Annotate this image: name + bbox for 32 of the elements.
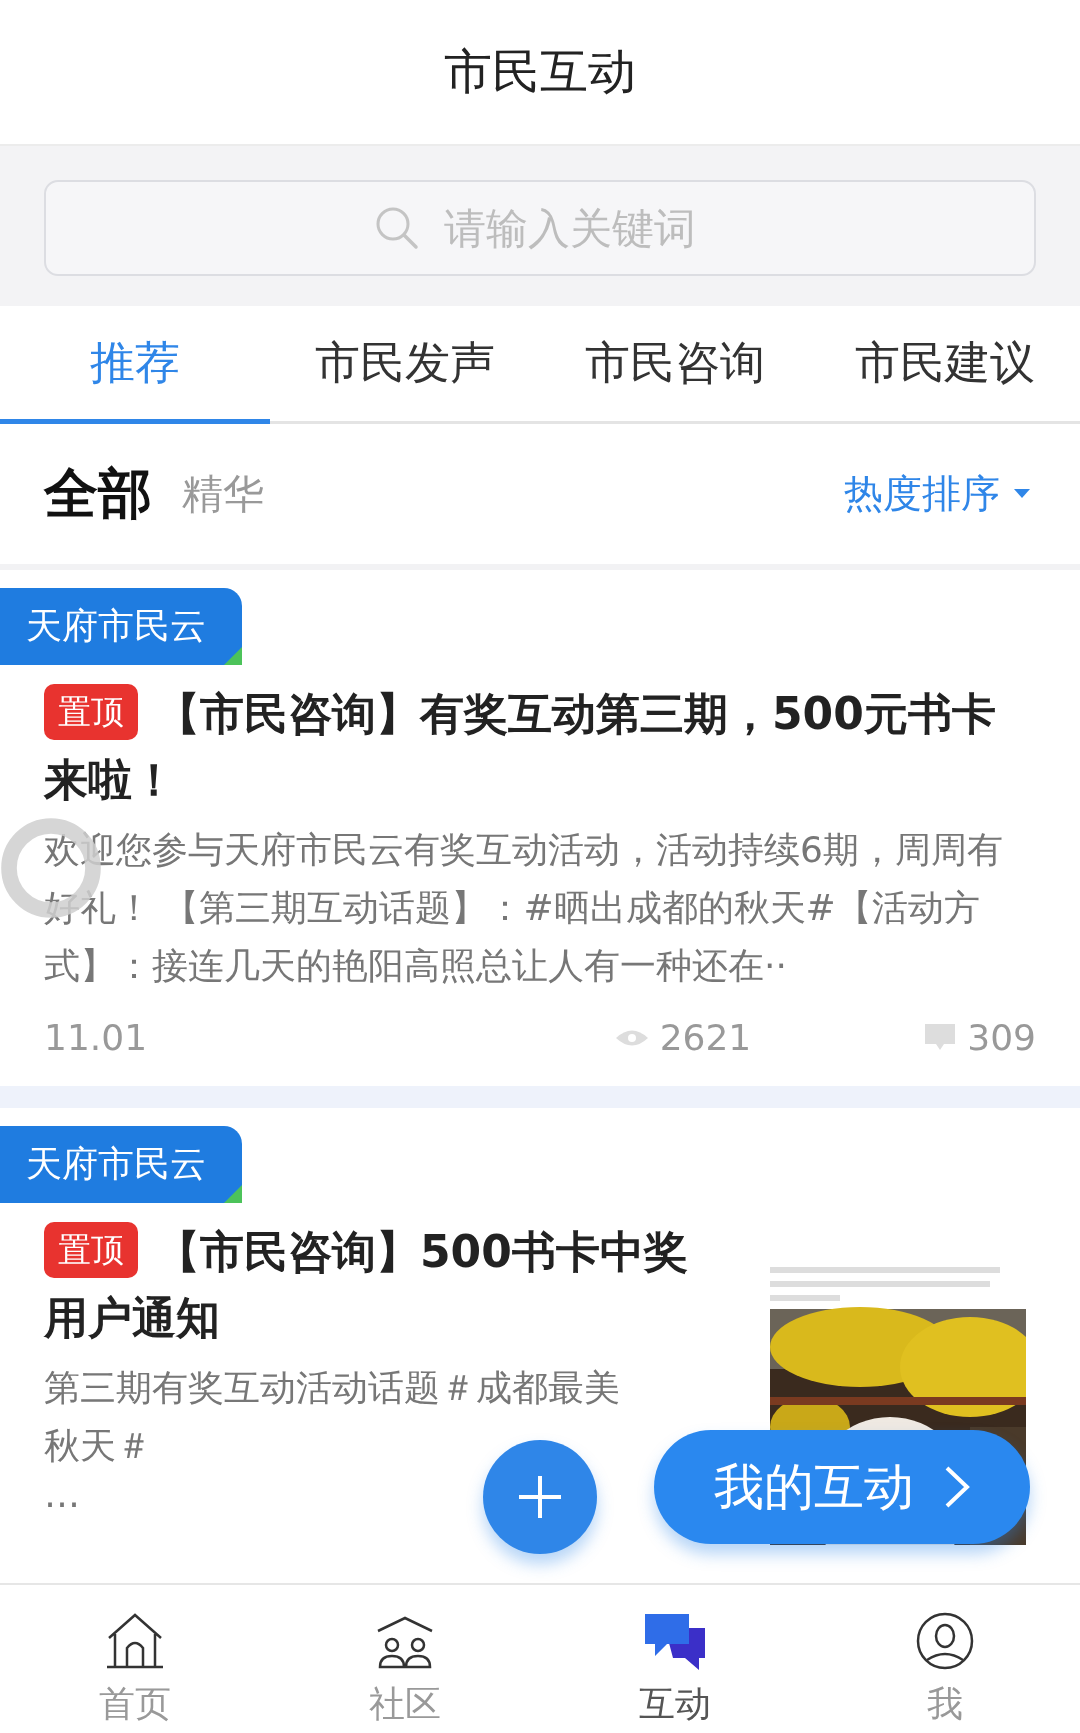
- tab[interactable]: 推荐: [0, 306, 270, 424]
- caret-icon: [1014, 489, 1030, 499]
- pinned-badge: 置顶: [44, 684, 138, 740]
- source-ribbon: 天府市民云: [0, 1126, 242, 1203]
- chat-icon: [645, 1614, 705, 1670]
- user-icon: [916, 1612, 974, 1670]
- comment-icon: [925, 1023, 956, 1052]
- tab[interactable]: 市民咨询: [540, 306, 810, 424]
- view-count: 2621: [659, 1017, 752, 1058]
- search-field[interactable]: 请输入关键词: [44, 180, 1036, 276]
- eye-icon: [615, 1028, 648, 1047]
- nav-tab[interactable]: 互动: [540, 1585, 810, 1733]
- plus-icon: [517, 1474, 563, 1520]
- post-title[interactable]: 置顶 【市民咨询】500书卡中奖用户通知: [44, 1219, 724, 1351]
- my-interaction-button[interactable]: 我的互动: [654, 1430, 1030, 1544]
- community-icon: [375, 1616, 435, 1670]
- post-summary: 欢迎您参与天府市民云有奖互动活动，活动持续6期，周周有好礼！ 【第三期互动话题】：#晒出成都的秋天#【活动方式】：接连几天的艳阳高照总让人有一种还在··: [44, 828, 1004, 988]
- post-date: 11.01: [44, 1017, 148, 1058]
- filter-tab[interactable]: 全部: [44, 457, 152, 531]
- page-title: 市民互动: [444, 42, 636, 101]
- search-icon: [374, 205, 420, 251]
- chevron-right-icon: [944, 1465, 970, 1509]
- more-ellipsis: …: [44, 1475, 80, 1515]
- post-summary: 第三期有奖互动活动话题＃成都最美秋天＃: [44, 1366, 621, 1468]
- tab[interactable]: 市民建议: [810, 306, 1080, 424]
- sort-dropdown[interactable]: 热度排序: [844, 467, 1030, 521]
- tab[interactable]: 市民发声: [270, 306, 540, 424]
- post-title[interactable]: 置顶 【市民咨询】有奖互动第三期，500元书卡来啦！: [44, 681, 1034, 813]
- pinned-badge: 置顶: [44, 1222, 138, 1278]
- comment-count: 309: [967, 1017, 1036, 1058]
- source-ribbon: 天府市民云: [0, 588, 242, 665]
- home-icon: [105, 1612, 165, 1670]
